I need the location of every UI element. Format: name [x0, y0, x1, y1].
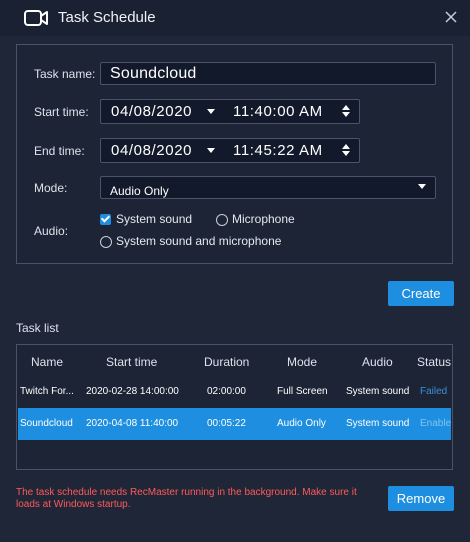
start-datetime-picker[interactable]: 04/08/2020 11:40:00 AM [100, 99, 360, 124]
mode-value: Audio Only [110, 184, 169, 198]
window-title: Task Schedule [58, 9, 156, 26]
row-name: Soundcloud [20, 418, 73, 429]
row-duration: 02:00:00 [207, 386, 246, 397]
system-sound-and-microphone-option[interactable]: System sound and microphone [116, 234, 281, 248]
row-audio: System sound [346, 418, 410, 429]
system-sound-and-microphone-radio[interactable] [100, 236, 112, 248]
video-camera-icon [24, 10, 48, 26]
microphone-option[interactable]: Microphone [232, 212, 295, 226]
title-bar: Task Schedule [0, 0, 470, 36]
start-time-label: Start time: [34, 105, 89, 119]
task-name-input[interactable]: Soundcloud [100, 62, 436, 85]
mode-select[interactable]: Audio Only [100, 176, 436, 199]
task-name-value: Soundcloud [110, 65, 197, 82]
end-time-value[interactable]: 11:45:22 AM [233, 142, 323, 159]
column-header-status[interactable]: Status [417, 355, 451, 369]
chevron-down-icon[interactable] [418, 184, 426, 189]
column-header-name[interactable]: Name [31, 355, 63, 369]
row-duration: 00:05:22 [207, 418, 246, 429]
row-mode: Audio Only [277, 418, 326, 429]
row-start-time: 2020-02-28 14:00:00 [86, 386, 179, 397]
close-icon[interactable] [443, 9, 459, 25]
background-warning-note: The task schedule needs RecMaster runnin… [16, 487, 357, 510]
schedule-form: Task name: Soundcloud Start time: 04/08/… [16, 44, 453, 264]
table-row-selected[interactable]: Soundcloud 2020-04-08 11:40:00 00:05:22 … [18, 408, 451, 440]
create-button[interactable]: Create [388, 281, 454, 306]
column-header-audio[interactable]: Audio [362, 355, 393, 369]
system-sound-option[interactable]: System sound [116, 212, 192, 226]
end-time-label: End time: [34, 144, 85, 158]
row-start-time: 2020-04-08 11:40:00 [86, 418, 179, 429]
end-time-spinner-icon[interactable] [341, 144, 351, 158]
row-audio: System sound [346, 386, 410, 397]
row-mode: Full Screen [277, 386, 328, 397]
system-sound-checkbox[interactable] [100, 214, 111, 225]
start-date-value[interactable]: 04/08/2020 [111, 103, 192, 120]
row-status: Failed [420, 386, 448, 397]
task-list-title: Task list [16, 321, 59, 335]
start-time-spinner-icon[interactable] [341, 105, 351, 119]
row-name: Twitch For... [20, 386, 74, 397]
start-time-value[interactable]: 11:40:00 AM [233, 103, 323, 120]
end-datetime-picker[interactable]: 04/08/2020 11:45:22 AM [100, 138, 360, 163]
table-row[interactable]: Twitch For... 2020-02-28 14:00:00 02:00:… [18, 376, 451, 408]
remove-button[interactable]: Remove [388, 486, 454, 511]
column-header-duration[interactable]: Duration [204, 355, 249, 369]
task-name-label: Task name: [34, 67, 96, 81]
column-header-start-time[interactable]: Start time [106, 355, 157, 369]
end-date-value[interactable]: 04/08/2020 [111, 142, 192, 159]
microphone-radio[interactable] [216, 214, 228, 226]
mode-label: Mode: [34, 181, 68, 195]
row-status: Enable [420, 418, 452, 429]
task-list-table: Name Start time Duration Mode Audio Stat… [16, 344, 453, 470]
audio-label: Audio: [34, 224, 69, 238]
end-date-dropdown-icon[interactable] [207, 148, 215, 153]
start-date-dropdown-icon[interactable] [207, 109, 215, 114]
column-header-mode[interactable]: Mode [287, 355, 317, 369]
